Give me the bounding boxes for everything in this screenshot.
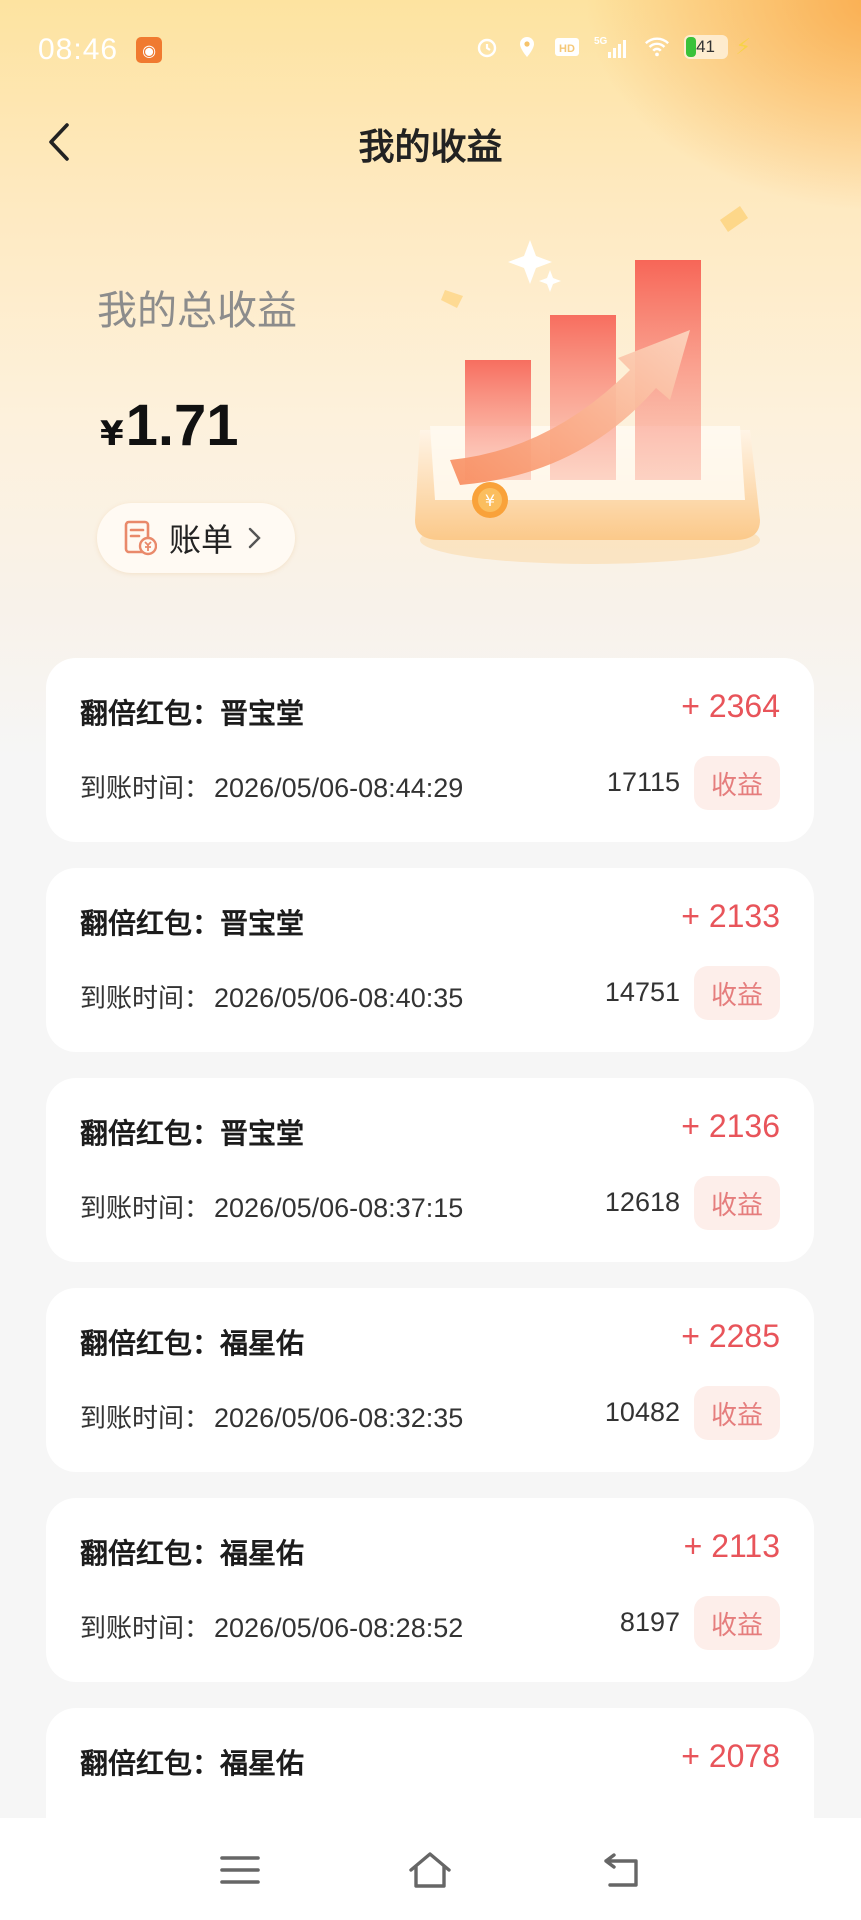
record-count: 17115: [606, 767, 680, 797]
app-notification-icon: ◉: [136, 37, 163, 63]
record-count: 8197: [619, 1607, 680, 1637]
status-time: 08:46: [38, 33, 119, 66]
receipt-yuan-icon: [124, 520, 157, 556]
menu-icon: [220, 1856, 260, 1884]
nav-bar: 我的收益: [0, 100, 861, 184]
record-time-value: 2026/05/06-08:40:35: [214, 983, 464, 1013]
wifi-icon: [644, 34, 670, 60]
record-time-label: 到账时间：: [80, 774, 211, 804]
svg-text:5G: 5G: [594, 36, 608, 47]
record-time-label: 到账时间：: [80, 1404, 211, 1434]
record-time: 到账时间： 2026/05/06-08:28:52: [80, 1608, 463, 1645]
battery-level: 41: [696, 37, 715, 56]
record-time: 到账时间： 2026/05/06-08:37:15: [80, 1188, 463, 1225]
record-time-value: 2026/05/06-08:37:15: [214, 1193, 464, 1223]
status-icons: HD 5G 41 ⚡: [474, 34, 751, 60]
record-amount: + 2285: [681, 1318, 780, 1354]
record-card[interactable]: 翻倍红包：晋宝堂 + 2133 到账时间： 2026/05/06-08:40:35…: [46, 868, 814, 1052]
system-navigation-bar: [0, 1818, 861, 1920]
record-count: 10482: [604, 1397, 680, 1427]
record-time-value: 2026/05/06-08:28:52: [214, 1613, 464, 1643]
record-title: 翻倍红包：晋宝堂: [80, 697, 305, 730]
home-icon: [409, 1852, 451, 1888]
currency-symbol: ¥: [100, 414, 124, 454]
record-tag: 收益: [694, 1596, 780, 1650]
page-title: 我的收益: [358, 127, 503, 168]
record-title: 翻倍红包：福星佑: [80, 1327, 305, 1360]
record-card[interactable]: 翻倍红包：晋宝堂 + 2136 到账时间： 2026/05/06-08:37:15…: [46, 1078, 814, 1262]
battery-icon: 41: [683, 35, 728, 59]
record-time: 到账时间： 2026/05/06-08:44:29: [80, 768, 463, 805]
svg-text:HD: HD: [559, 43, 575, 55]
chevron-right-icon: [248, 527, 261, 549]
record-title: 翻倍红包：晋宝堂: [80, 907, 305, 940]
menu-button[interactable]: [214, 1844, 266, 1896]
alarm-icon: [474, 34, 500, 60]
record-time-label: 到账时间：: [80, 984, 211, 1014]
record-title: 翻倍红包：晋宝堂: [80, 1117, 305, 1150]
record-amount: + 2113: [683, 1528, 780, 1564]
earnings-chart-illustration: ¥: [415, 206, 760, 564]
earnings-record-list: 翻倍红包：晋宝堂 + 2364 到账时间： 2026/05/06-08:44:29…: [46, 658, 814, 1918]
location-icon: [514, 34, 540, 60]
record-time-label: 到账时间：: [80, 1614, 211, 1644]
record-time-value: 2026/05/06-08:44:29: [214, 773, 464, 803]
record-tag: 收益: [694, 1386, 780, 1440]
record-amount: + 2364: [681, 688, 780, 724]
record-card[interactable]: 翻倍红包：福星佑 + 2113 到账时间： 2026/05/06-08:28:52…: [46, 1498, 814, 1682]
total-earnings-label: 我的总收益: [97, 288, 297, 334]
total-earnings-value: 1.71: [125, 393, 239, 458]
charging-icon: ⚡: [735, 34, 751, 60]
record-amount: + 2078: [681, 1738, 780, 1774]
return-icon: [604, 1853, 638, 1887]
home-button[interactable]: [404, 1844, 456, 1896]
hd-icon: HD: [554, 34, 580, 60]
signal-5g-icon: 5G: [594, 34, 630, 60]
return-button[interactable]: [596, 1844, 648, 1896]
record-time: 到账时间： 2026/05/06-08:32:35: [80, 1398, 463, 1435]
bill-button[interactable]: 账单: [97, 503, 295, 573]
record-amount: + 2136: [681, 1108, 780, 1144]
record-tag: 收益: [694, 966, 780, 1020]
record-card[interactable]: 翻倍红包：晋宝堂 + 2364 到账时间： 2026/05/06-08:44:29…: [46, 658, 814, 842]
record-amount: + 2133: [681, 898, 780, 934]
record-tag: 收益: [694, 756, 780, 810]
svg-text:¥: ¥: [485, 491, 495, 510]
record-title: 翻倍红包：福星佑: [80, 1537, 305, 1570]
record-time: 到账时间： 2026/05/06-08:40:35: [80, 978, 463, 1015]
status-bar: 08:46 ◉ HD 5G 41 ⚡: [0, 0, 861, 100]
record-tag: 收益: [694, 1176, 780, 1230]
bill-label: 账单: [169, 521, 234, 559]
record-count: 14751: [604, 977, 680, 1007]
record-time-value: 2026/05/06-08:32:35: [214, 1403, 464, 1433]
record-title: 翻倍红包：福星佑: [80, 1747, 305, 1780]
record-count: 12618: [604, 1187, 680, 1217]
record-card[interactable]: 翻倍红包：福星佑 + 2285 到账时间： 2026/05/06-08:32:35…: [46, 1288, 814, 1472]
total-earnings-amount: ¥ 1.71: [100, 392, 239, 459]
record-time-label: 到账时间：: [80, 1194, 211, 1224]
